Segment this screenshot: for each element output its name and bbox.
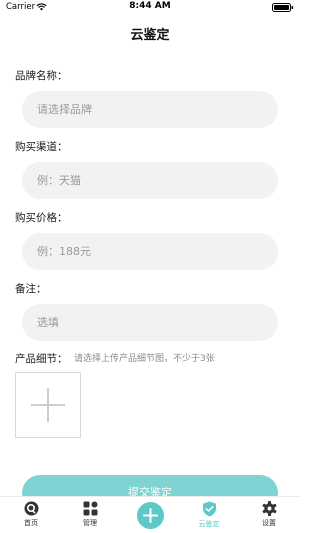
home-icon [24, 501, 38, 516]
note-input[interactable] [22, 304, 278, 341]
price-label: 购买价格： [15, 212, 68, 224]
tab-settings[interactable]: 设置 [244, 499, 294, 528]
shield-check-icon [202, 501, 216, 517]
tab-home-label: 首页 [24, 519, 38, 527]
add-button[interactable] [137, 502, 164, 529]
detail-hint: 请选择上传产品细节图，不少于3张 [74, 354, 215, 364]
add-icon [143, 508, 158, 523]
tab-cloud-appraisal-label: 云鉴定 [198, 520, 220, 528]
tab-manage-label: 管理 [83, 519, 97, 527]
brand-label: 品牌名称： [15, 70, 68, 82]
tab-cloud-appraisal[interactable]: 云鉴定 [184, 499, 234, 529]
brand-select-field[interactable] [22, 91, 278, 128]
plus-icon [31, 388, 65, 422]
grid-icon [83, 501, 97, 516]
channel-label: 购买渠道： [15, 141, 68, 153]
status-bar: Carrier 8:44 AM [0, 0, 300, 14]
tab-settings-label: 设置 [262, 519, 276, 527]
channel-input[interactable] [22, 162, 278, 199]
page-title: 云鉴定 [130, 28, 170, 43]
upload-image-button[interactable] [15, 372, 81, 438]
note-label: 备注： [15, 283, 47, 295]
price-input[interactable] [22, 233, 278, 270]
status-time: 8:44 AM [129, 1, 171, 11]
gear-icon [262, 501, 276, 516]
battery-icon [272, 3, 294, 12]
tab-home[interactable]: 首页 [6, 499, 56, 528]
detail-label: 产品细节： [15, 353, 68, 365]
tab-manage[interactable]: 管理 [65, 499, 115, 528]
